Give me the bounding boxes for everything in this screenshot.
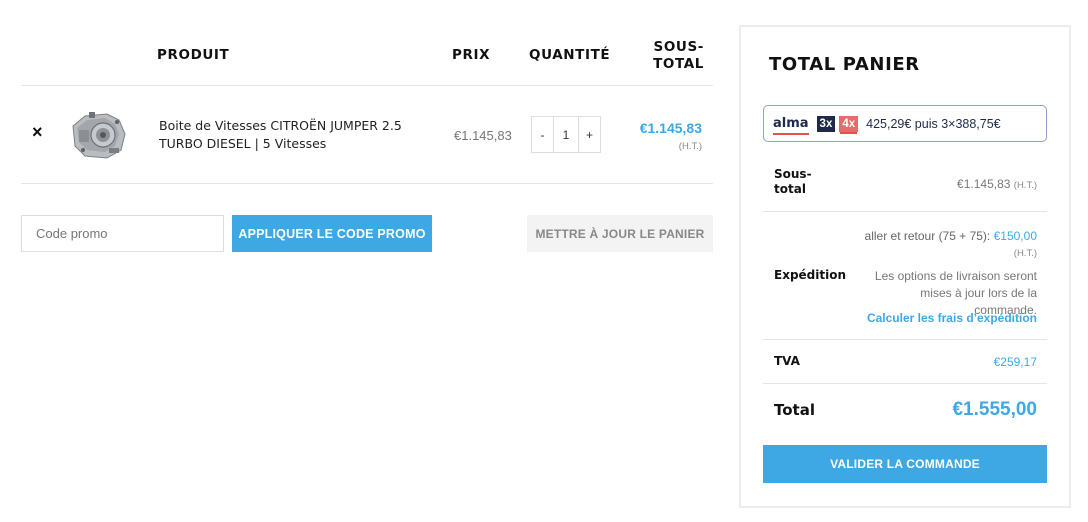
header-subtotal: SOUS- TOTAL: [634, 39, 704, 73]
totals-tva-row: TVA €259,17: [763, 340, 1047, 384]
cart-totals-panel: TOTAL PANIER alma 3x 4x 425,29€ puis 3×3…: [739, 25, 1071, 508]
alma-option-3x[interactable]: 3x: [816, 115, 836, 132]
shipping-rate: aller et retour (75 + 75): €150,00 (H.T.…: [865, 228, 1037, 262]
calculate-shipping-link[interactable]: Calculer les frais d’expédition: [867, 311, 1037, 325]
subtotal-label: Sous-total: [774, 167, 812, 196]
item-subtotal: €1.145,83 (H.T.): [640, 120, 702, 152]
cart-actions: APPLIQUER LE CODE PROMO METTRE À JOUR LE…: [21, 184, 713, 274]
shipping-rate-text: aller et retour (75 + 75):: [864, 229, 994, 243]
gearbox-image[interactable]: [67, 104, 131, 164]
cart-totals-title: TOTAL PANIER: [769, 54, 920, 75]
remove-item-icon[interactable]: ×: [32, 122, 43, 142]
promo-code-input[interactable]: [21, 215, 224, 252]
quantity-input[interactable]: 1: [553, 117, 579, 152]
totals-shipping-row: Expédition aller et retour (75 + 75): €1…: [763, 212, 1047, 340]
totals-subtotal-row: Sous-total €1.145,83 (H.T.): [763, 155, 1047, 212]
item-subtotal-tax-note: (H.T.): [678, 141, 702, 152]
alma-option-4x[interactable]: 4x: [839, 115, 859, 132]
product-name[interactable]: Boite de Vitesses CITROËN JUMPER 2.5 TUR…: [159, 117, 414, 152]
total-label: Total: [774, 401, 815, 419]
checkout-button[interactable]: VALIDER LA COMMANDE: [763, 445, 1047, 483]
header-subtotal-line1: SOUS-: [653, 39, 704, 55]
totals-total-row: Total €1.555,00: [763, 384, 1047, 446]
item-subtotal-amount: €1.145,83: [639, 120, 702, 136]
subtotal-amount: €1.145,83: [957, 177, 1011, 191]
shipping-rate-tax-note: (H.T.): [1013, 248, 1037, 259]
quantity-decrease-button[interactable]: -: [532, 117, 553, 152]
quantity-increase-button[interactable]: +: [579, 117, 600, 152]
header-subtotal-line2: TOTAL: [653, 56, 704, 72]
header-product: PRODUIT: [157, 47, 230, 63]
header-quantity: QUANTITÉ: [529, 47, 611, 63]
quantity-stepper: - 1 +: [531, 116, 601, 153]
subtotal-value: €1.145,83 (H.T.): [957, 177, 1037, 191]
subtotal-tax-note: (H.T.): [1013, 180, 1037, 191]
shipping-label: Expédition: [774, 268, 847, 282]
apply-promo-button[interactable]: APPLIQUER LE CODE PROMO: [232, 215, 432, 252]
cart-item-row: × Boite de Vitesses CITROËN JUMPER 2.5 T…: [21, 86, 713, 184]
cart-header-row: PRODUIT PRIX QUANTITÉ SOUS- TOTAL: [21, 0, 713, 86]
update-cart-button[interactable]: METTRE À JOUR LE PANIER: [527, 215, 713, 252]
alma-plan-text: 425,29€ puis 3×388,75€: [866, 116, 1001, 131]
header-price: PRIX: [452, 47, 491, 63]
total-value: €1.555,00: [952, 399, 1037, 420]
alma-installments-widget[interactable]: alma 3x 4x 425,29€ puis 3×388,75€: [763, 105, 1047, 142]
alma-logo: alma: [773, 116, 809, 135]
cart-table: PRODUIT PRIX QUANTITÉ SOUS- TOTAL × Boit…: [21, 0, 713, 274]
shipping-rate-value: €150,00: [993, 229, 1037, 243]
tva-value: €259,17: [993, 355, 1037, 369]
tva-label: TVA: [774, 354, 800, 368]
product-price: €1.145,83: [454, 128, 512, 143]
